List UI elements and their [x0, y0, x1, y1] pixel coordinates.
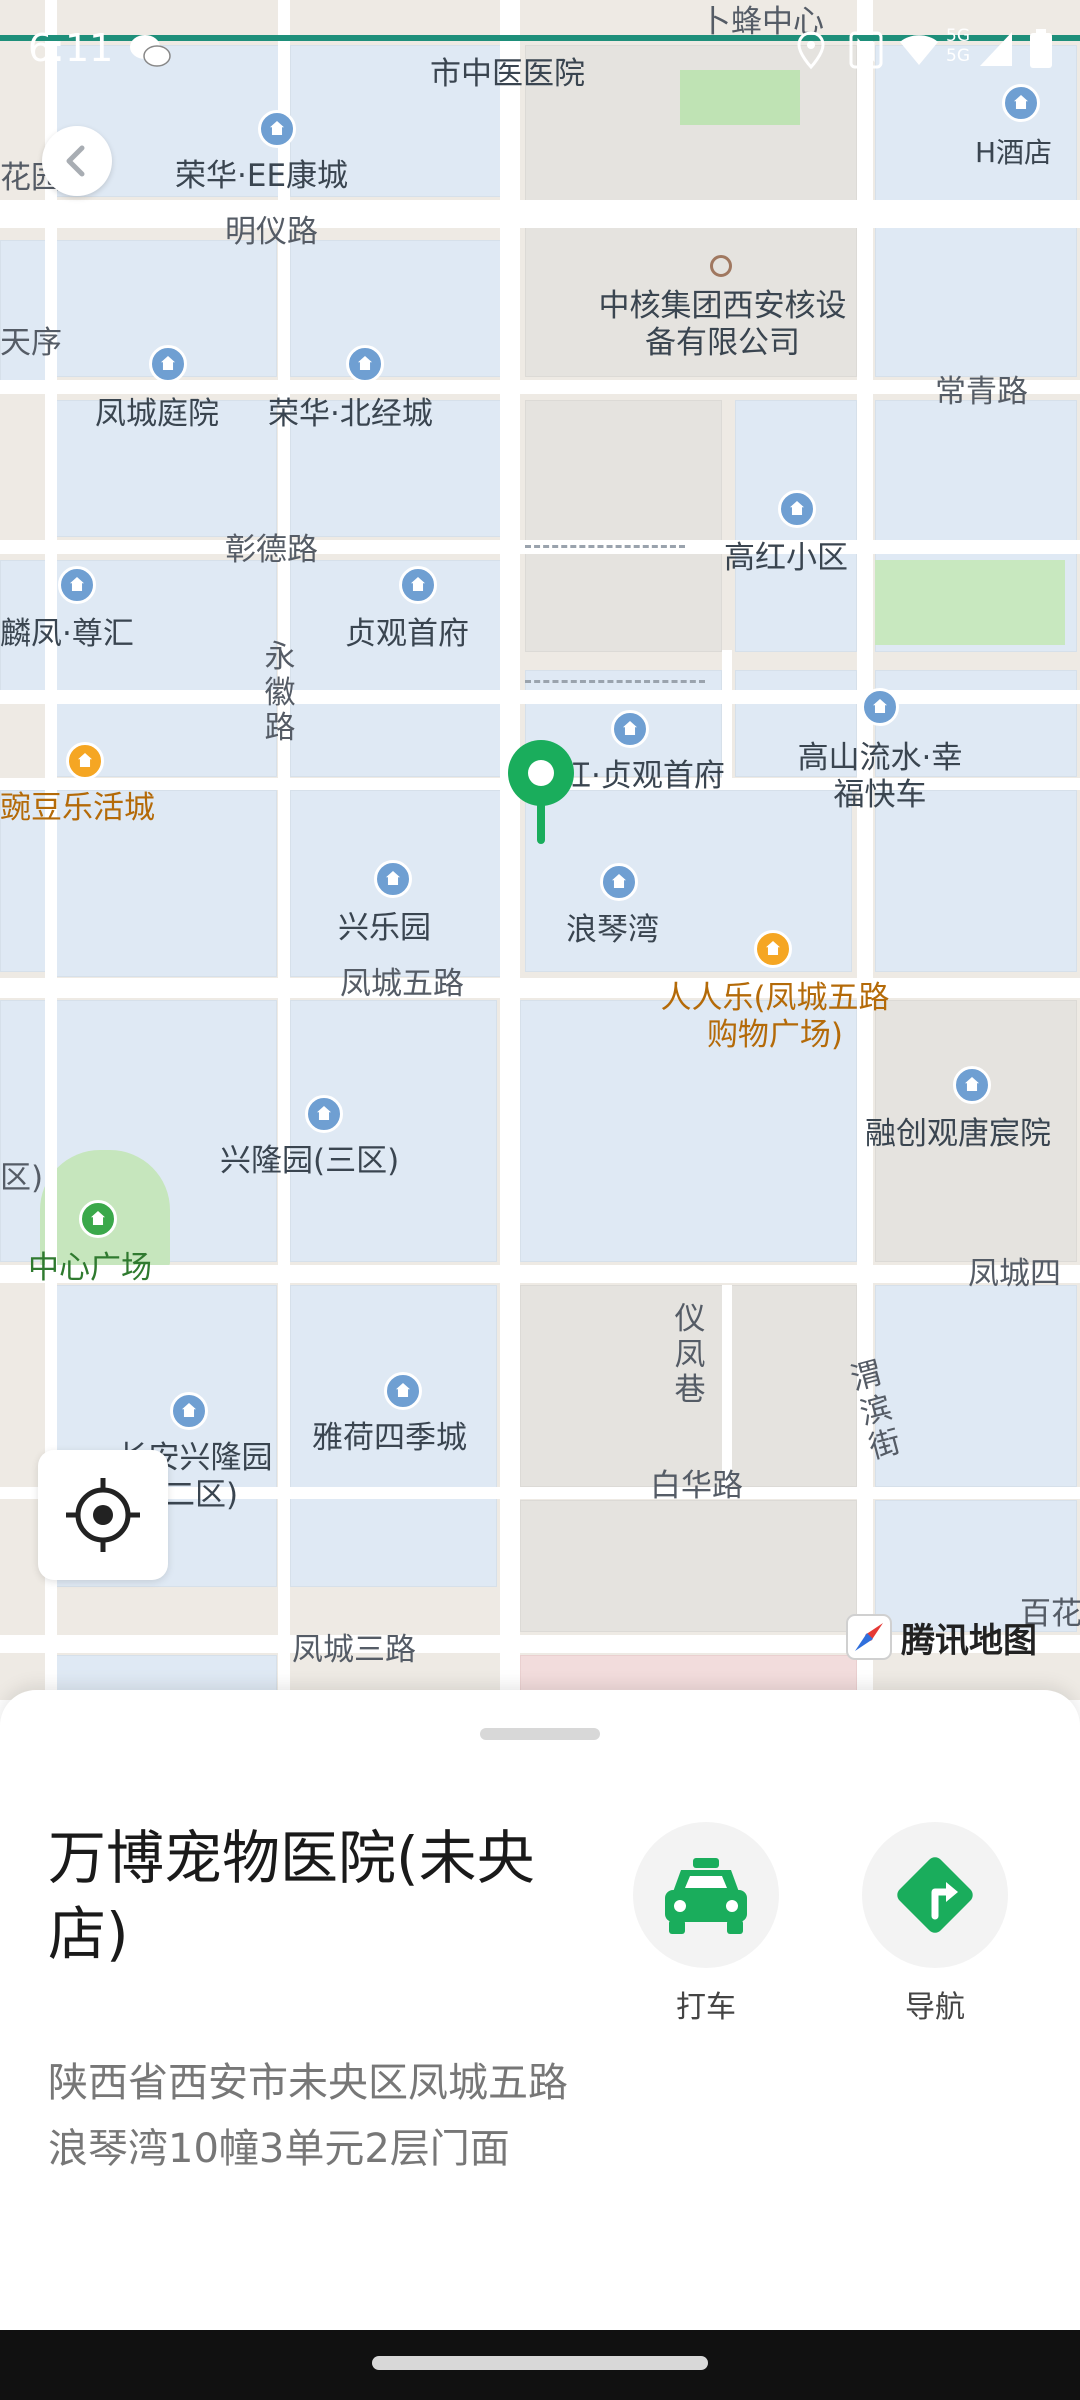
navigation-icon	[897, 1857, 973, 1933]
map-label: 人人乐(凤城五路购物广场)	[660, 980, 890, 1054]
road	[0, 200, 1080, 228]
location-icon	[797, 31, 825, 70]
navigation-label: 导航	[905, 1990, 965, 2025]
residence-icon	[258, 110, 296, 148]
wifi-icon	[900, 35, 938, 65]
nfc-icon	[849, 31, 883, 69]
taxi-icon	[665, 1858, 747, 1934]
taxi-label: 打车	[676, 1990, 736, 2025]
wechat-icon	[130, 35, 171, 67]
residence-icon	[399, 566, 437, 604]
residence-icon	[374, 860, 412, 898]
map-label: 荣华·北经城	[268, 396, 433, 432]
map-label: 豌豆乐活城	[0, 790, 155, 826]
road-label: 凤城五路	[340, 966, 464, 1002]
compass-logo-icon	[846, 1614, 892, 1660]
navigation-button-circle[interactable]	[862, 1822, 1008, 1968]
map-label: 雅荷四季城	[312, 1420, 467, 1456]
road-label: 彰德路	[225, 532, 318, 568]
residence-icon	[861, 688, 899, 726]
map-view[interactable]: 卜蜂中心 市中医医院 花园 荣华·EE康城 H酒店 明仪路 中核集团西安核设备有…	[0, 0, 1080, 1700]
taxi-button[interactable]: 打车	[633, 1822, 779, 2025]
residence-icon	[58, 566, 96, 604]
residence-icon	[611, 710, 649, 748]
rail-line	[525, 680, 705, 687]
network-label: 5G 5G	[946, 26, 970, 66]
signal-icon	[980, 32, 1012, 66]
road	[0, 978, 1080, 998]
rail-line	[525, 545, 685, 552]
road-label: 凤城三路	[292, 1632, 416, 1668]
road	[0, 690, 1080, 704]
residence-icon	[600, 863, 638, 901]
map-label: 浪琴湾	[566, 912, 659, 948]
map-label: 区)	[0, 1160, 44, 1196]
residence-icon	[305, 1095, 343, 1133]
poi-dot	[710, 255, 732, 277]
map-label: 融创观唐宸院	[865, 1116, 1051, 1152]
residence-icon	[778, 490, 816, 528]
road	[722, 1285, 732, 1495]
map-block	[875, 790, 1077, 972]
status-time: 6:11	[28, 26, 114, 70]
map-label: 红·贞观首府	[560, 758, 725, 794]
map-label: H酒店	[975, 136, 1053, 169]
shopping-icon	[754, 930, 792, 968]
back-button[interactable]	[42, 126, 112, 196]
map-label: 中核集团西安核设备有限公司	[598, 288, 847, 362]
road	[45, 0, 57, 1700]
destination-pin[interactable]	[508, 740, 574, 846]
road	[0, 1265, 1080, 1283]
status-bar: 6:11 5G 5G	[0, 0, 1080, 100]
map-block	[520, 1500, 857, 1632]
map-block	[290, 240, 502, 377]
road	[500, 0, 520, 1700]
map-label: 兴隆园(三区)	[220, 1143, 400, 1179]
map-label: 荣华·EE康城	[175, 158, 349, 194]
map-provider-logo: 腾讯地图	[845, 1612, 1037, 1662]
my-location-button[interactable]	[38, 1450, 168, 1580]
map-label: 麟凤·尊汇	[0, 616, 134, 652]
shopping-icon	[66, 742, 104, 780]
residence-icon	[953, 1066, 991, 1104]
road-label: 明仪路	[225, 214, 318, 250]
navigation-button[interactable]: 导航	[862, 1822, 1008, 2025]
provider-label: 腾讯地图	[901, 1620, 1037, 1661]
map-label: 高山流水·幸福快车	[797, 740, 963, 814]
place-address: 陕西省西安市未央区凤城五路浪琴湾10幢3单元2层门面	[48, 2060, 568, 2172]
map-label: 贞观首府	[345, 616, 469, 652]
map-label: 凤城庭院	[95, 396, 219, 432]
road-label: 永徽路	[264, 639, 296, 747]
home-gesture-bar[interactable]	[372, 2356, 708, 2370]
map-block	[290, 700, 502, 777]
road-label: 白华路	[650, 1468, 743, 1504]
road-label: 仪凤巷	[674, 1301, 706, 1409]
residence-icon	[384, 1372, 422, 1410]
road-label: 凤城四	[968, 1256, 1061, 1292]
battery-icon	[1030, 29, 1052, 68]
park-area	[875, 560, 1065, 645]
crosshair-icon	[66, 1478, 140, 1552]
park-icon	[79, 1200, 117, 1238]
place-name: 万博宠物医院(未央店)	[48, 1824, 535, 1968]
system-navigation-bar	[0, 2330, 1080, 2400]
residence-icon	[346, 345, 384, 383]
chevron-left-icon	[66, 145, 85, 177]
sheet-drag-handle[interactable]	[480, 1728, 600, 1740]
map-label: 兴乐园	[338, 910, 431, 946]
place-detail-sheet[interactable]: 万博宠物医院(未央店) 陕西省西安市未央区凤城五路浪琴湾10幢3单元2层门面 打…	[0, 1690, 1080, 2330]
road-label: 常青路	[935, 374, 1028, 410]
residence-icon	[149, 345, 187, 383]
map-label: 高红小区	[724, 540, 848, 576]
residence-icon	[170, 1392, 208, 1430]
taxi-button-circle[interactable]	[633, 1822, 779, 1968]
map-label: 天序	[0, 325, 62, 361]
map-block	[525, 400, 722, 652]
map-label: 中心广场	[28, 1250, 152, 1286]
